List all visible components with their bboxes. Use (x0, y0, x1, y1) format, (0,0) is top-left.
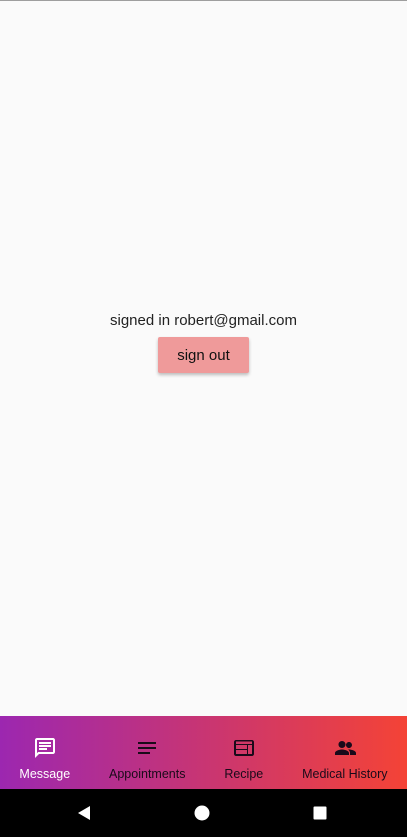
nav-label-appointments: Appointments (109, 767, 186, 781)
account-panel: signed in robert@gmail.com sign out (0, 311, 407, 373)
home-icon (194, 805, 210, 821)
nav-item-medical-history[interactable]: Medical History (302, 716, 388, 789)
nav-item-message[interactable]: Message (19, 716, 70, 789)
nav-label-recipe: Recipe (224, 767, 264, 781)
nav-label-message: Message (19, 767, 71, 781)
nav-label-medical-history: Medical History (302, 767, 388, 781)
nav-item-recipe[interactable]: Recipe (224, 716, 263, 789)
web-icon (232, 736, 256, 760)
home-button[interactable] (178, 789, 226, 837)
supervisor-account-icon (333, 736, 357, 760)
signed-in-text: signed in robert@gmail.com (110, 312, 297, 329)
top-divider (0, 0, 407, 1)
bottom-navigation-bar: Message Appointments Recipe Medical Hist… (0, 716, 407, 789)
back-button[interactable] (60, 789, 108, 837)
nav-item-appointments[interactable]: Appointments (109, 716, 185, 789)
sign-out-button[interactable]: sign out (158, 337, 249, 373)
message-icon (33, 736, 57, 760)
recents-button[interactable] (296, 789, 344, 837)
recents-icon (313, 806, 327, 820)
back-icon (78, 806, 90, 820)
system-navigation-bar (0, 789, 407, 837)
app-screen: signed in robert@gmail.com sign out Mess… (0, 0, 407, 837)
list-icon (135, 736, 159, 760)
